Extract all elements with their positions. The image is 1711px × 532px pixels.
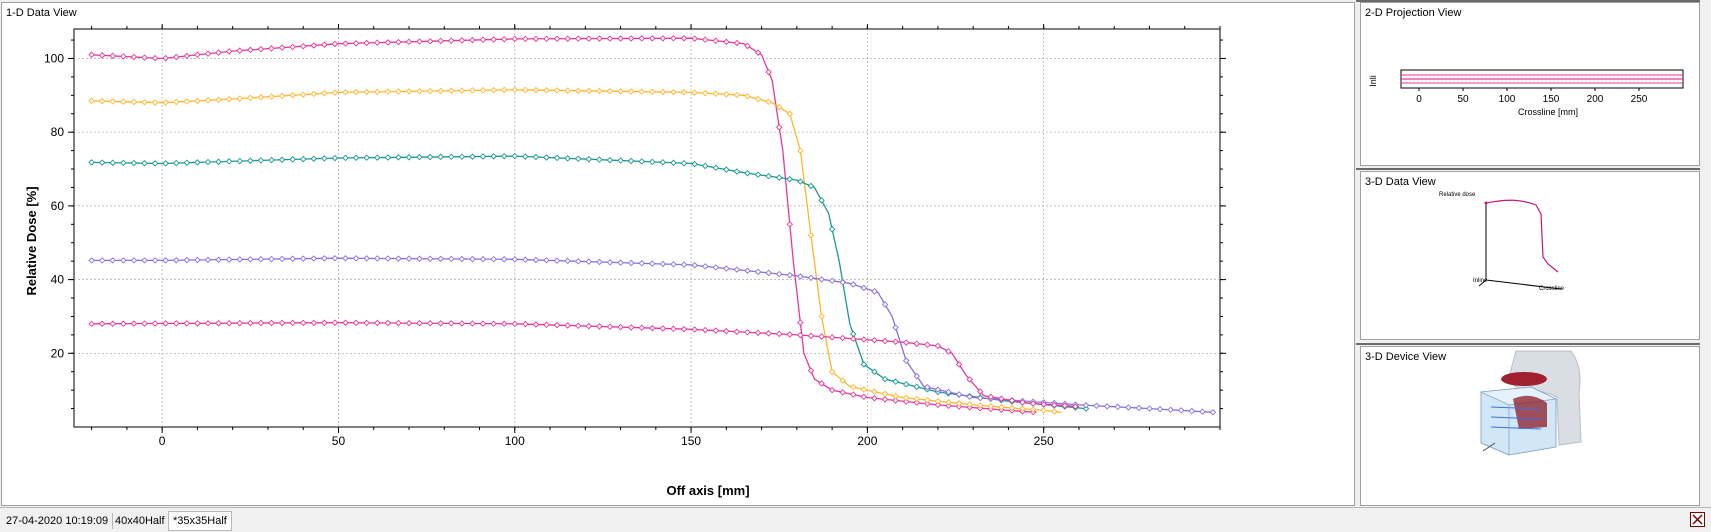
close-icon [1692,514,1703,525]
collimator [1501,372,1547,386]
projection-x-label: Crossline [mm] [1518,107,1578,117]
data3d-y-label: Inline [1473,278,1488,284]
projection-tick-label: 250 [1631,94,1648,105]
projection-y-label: Inli [1368,75,1378,87]
y-axis-label: Relative Dose [%] [24,186,39,295]
panel-3d-data-view: 3-D Data View Relative dose Inline Cross… [1360,171,1700,340]
x-axis-label: Off axis [mm] [666,483,749,498]
projection-tick-label: 0 [1416,94,1422,105]
data3d-marker [1484,201,1488,205]
device-render[interactable] [1361,347,1699,505]
projection-tick-label: 150 [1543,94,1560,105]
x-tick-label: 200 [857,434,877,448]
y-tick-label: 100 [44,51,64,65]
y-tick-label: 60 [51,199,65,213]
panel-1d-data-view: 1-D Data View 0 50 100 150 200 250 20 40 60 80 100… [1,2,1355,506]
chart-grid [73,28,1221,428]
data3d-z-label: Relative dose [1439,192,1476,198]
separator [1356,343,1700,345]
y-tick-label: 40 [51,273,65,287]
projection-tick-label: 100 [1499,94,1516,105]
separator [1356,168,1700,170]
tab-35x35half[interactable]: *35x35Half [168,511,232,531]
status-bar: 27-04-2020 10:19:09 40x40Half *35x35Half [0,507,1711,532]
x-tick-label: 150 [681,434,701,448]
x-tick-label: 100 [505,434,525,448]
projection-tick-label: 200 [1587,94,1604,105]
x-tick-label: 0 [159,434,166,448]
dose-profile-chart[interactable]: 0 50 100 150 200 250 20 40 60 80 100 Off axis [mm]… [2,3,1354,505]
close-button[interactable] [1690,512,1705,527]
x-tick-label: 250 [1034,434,1054,448]
projection-tick-label: 50 [1457,94,1469,105]
projection-plot[interactable]: Inli 0 50 100 150 200 250 Crossline [mm] [1361,3,1699,165]
projection-x-ticks: 0 50 100 150 200 250 [1416,88,1648,105]
panel-3d-device-view: 3-D Device View [1360,346,1700,506]
data3d-plot[interactable]: Relative dose Inline Crossline [1361,172,1699,339]
panel-2d-projection-view: 2-D Projection View Inli 0 50 100 150 200 250… [1360,2,1700,166]
status-timestamp: 27-04-2020 10:19:09 [2,513,114,529]
beam-field [1513,395,1547,429]
data3d-profile-curve [1485,199,1559,273]
tab-40x40half[interactable]: 40x40Half [111,513,170,529]
y-tick-label: 80 [51,125,65,139]
plot-frame [73,28,1221,428]
data3d-x-label: Crossline [1539,286,1565,292]
x-tick-label: 50 [332,434,346,448]
y-tick-label: 20 [51,346,65,360]
